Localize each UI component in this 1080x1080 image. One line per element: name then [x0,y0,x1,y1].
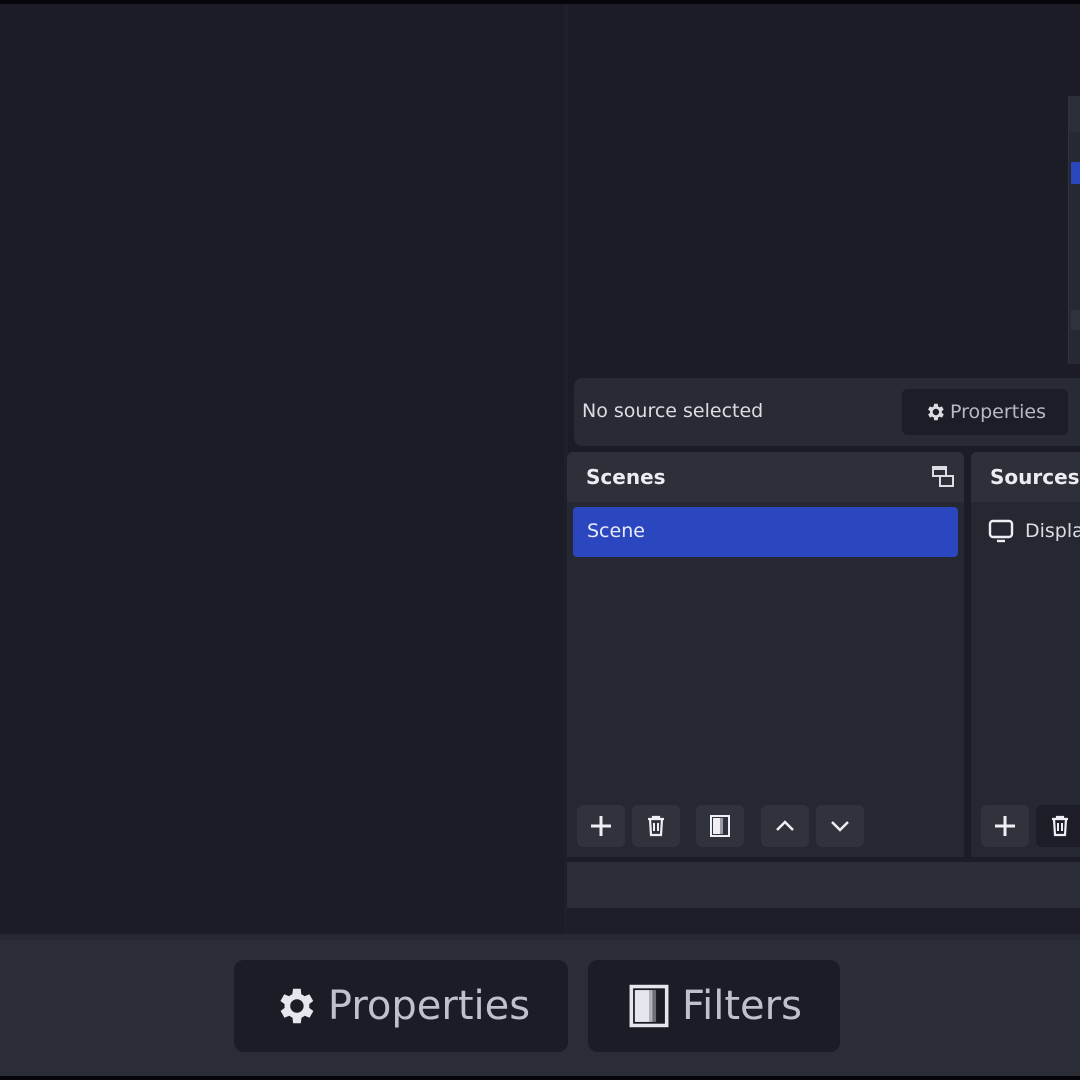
mini-dock-panel [1068,96,1080,364]
filter-icon [629,984,669,1028]
mini-dock-title [1069,96,1080,132]
sources-dock-title-bar: Sources [971,452,1080,502]
filters-label: Filters [682,983,802,1029]
remove-scene-button[interactable] [632,805,680,847]
secondary-preview-area [568,4,1080,370]
chevron-down-icon [831,821,849,832]
preview-canvas[interactable] [0,4,566,934]
scenes-dock-title-bar: Scenes [567,452,964,502]
scene-item-label: Scene [587,520,645,542]
add-scene-button[interactable] [577,805,625,847]
chevron-up-icon [776,820,794,831]
no-source-label: No source selected [582,400,764,422]
source-item-label: Displa [1025,520,1080,542]
move-scene-up-button[interactable] [761,805,809,847]
footer-toolbar: Properties Filters [0,934,1080,1076]
plus-icon [995,816,1015,836]
filter-icon [710,815,730,837]
properties-button[interactable]: Properties [234,960,568,1052]
scene-list-item[interactable]: Scene [573,507,958,557]
monitor-icon [988,519,1014,543]
gear-icon [280,988,314,1024]
filters-button[interactable]: Filters [588,960,840,1052]
plus-icon [591,816,611,836]
dock-status-strip [567,862,1080,908]
scenes-dock: Scenes Scene [567,452,964,857]
window-bottom-edge [0,1076,1080,1080]
scene-filters-button[interactable] [696,805,744,847]
source-list-item[interactable]: Displa [987,518,1080,544]
trash-icon [648,815,664,837]
remove-source-button[interactable] [1036,805,1080,847]
footer-divider [0,934,1080,940]
gear-icon [928,403,944,421]
source-properties-label: Properties [949,401,1047,423]
dock-bottom-gap [567,908,1080,934]
source-properties-button[interactable]: Properties [902,389,1068,435]
trash-icon [1052,815,1068,837]
mini-dock-button[interactable] [1071,310,1080,330]
scenes-dock-title: Scenes [586,465,666,489]
sources-dock-title: Sources [990,465,1080,489]
undock-icon[interactable] [930,464,956,490]
add-source-button[interactable] [981,805,1029,847]
sources-dock: Sources Displa [971,452,1080,857]
move-scene-down-button[interactable] [816,805,864,847]
properties-label: Properties [327,983,531,1029]
mini-dock-selected-item[interactable] [1071,162,1080,184]
